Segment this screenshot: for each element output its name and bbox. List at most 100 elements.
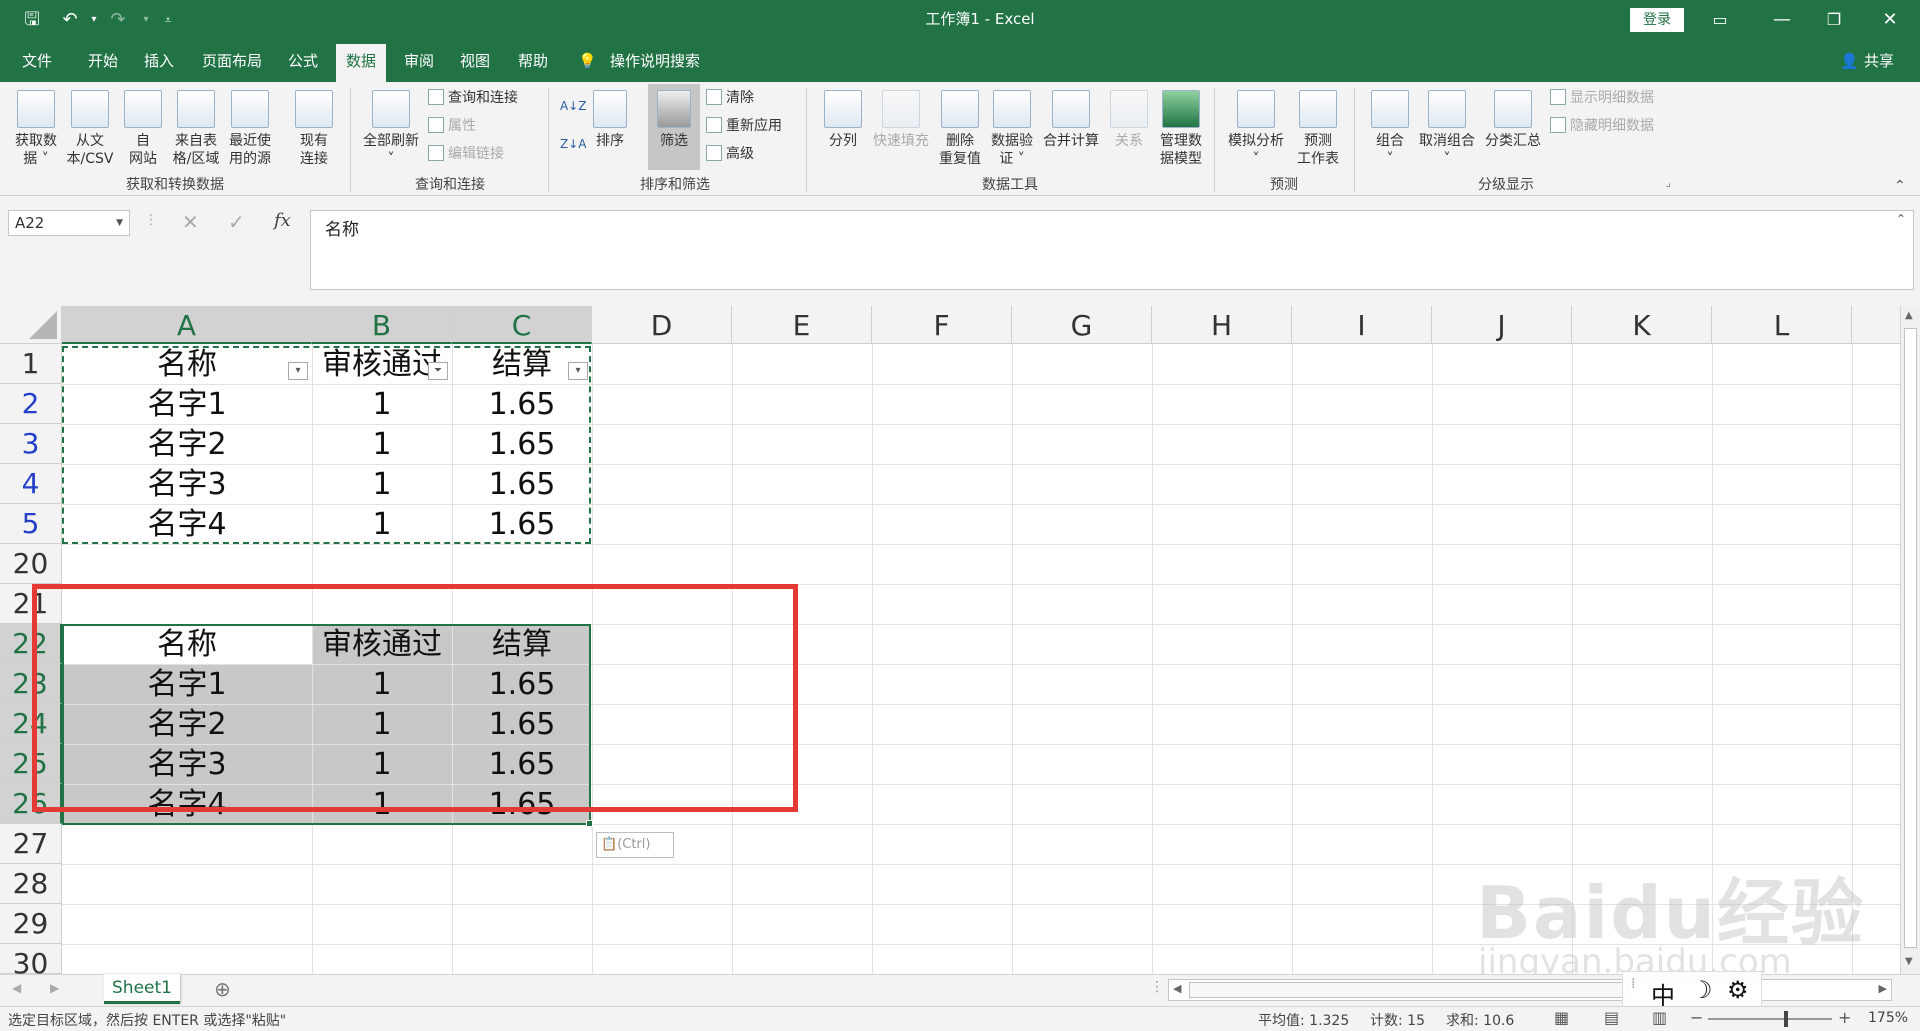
column-header-i[interactable]: I: [1292, 306, 1432, 344]
reapply-button[interactable]: 重新应用: [706, 116, 782, 136]
row-header-27[interactable]: 27: [0, 824, 62, 864]
minimize-icon[interactable]: —: [1770, 8, 1794, 32]
ungroup-button[interactable]: 取消组合 ˅: [1414, 90, 1480, 168]
tab-view[interactable]: 视图: [460, 50, 490, 72]
advanced-filter-button[interactable]: 高级: [706, 144, 754, 164]
recent-sources-button[interactable]: 最近使 用的源: [224, 90, 276, 168]
from-web-button[interactable]: 自网站: [118, 90, 168, 168]
zoom-level[interactable]: 175%: [1868, 1010, 1908, 1026]
redo-dropdown-icon[interactable]: ▾: [134, 8, 158, 32]
sort-za-button[interactable]: Z↓A: [560, 134, 586, 154]
status-average[interactable]: 平均值: 1.325: [1258, 1010, 1349, 1030]
row-header-30[interactable]: 30: [0, 944, 62, 974]
login-button[interactable]: 登录: [1630, 8, 1684, 32]
column-header-f[interactable]: F: [872, 306, 1012, 344]
tab-help[interactable]: 帮助: [518, 50, 548, 72]
column-header-j[interactable]: J: [1432, 306, 1572, 344]
flash-fill-button[interactable]: 快速填充: [868, 90, 934, 150]
undo-icon[interactable]: ↶: [58, 8, 82, 32]
column-header-g[interactable]: G: [1012, 306, 1152, 344]
sort-button[interactable]: 排序: [590, 90, 630, 150]
what-if-analysis-button[interactable]: 模拟分析 ˅: [1222, 90, 1290, 168]
zoom-slider[interactable]: [1708, 1011, 1832, 1027]
enter-check-icon[interactable]: ✓: [228, 210, 245, 234]
edit-links-button[interactable]: 编辑链接: [428, 144, 504, 164]
cancel-icon[interactable]: ✕: [182, 210, 199, 234]
row-header-2[interactable]: 2: [0, 384, 62, 424]
from-csv-button[interactable]: 从文 本/CSV: [64, 90, 116, 168]
paste-options-button[interactable]: 📋(Ctrl): [596, 832, 674, 858]
tab-home[interactable]: 开始: [88, 50, 118, 72]
status-sum[interactable]: 求和: 10.6: [1446, 1010, 1514, 1030]
queries-connections-button[interactable]: 查询和连接: [428, 88, 518, 108]
row-header-28[interactable]: 28: [0, 864, 62, 904]
column-header-c[interactable]: C: [452, 306, 592, 344]
tab-formulas[interactable]: 公式: [288, 50, 318, 72]
redo-icon[interactable]: ↷: [106, 8, 130, 32]
forecast-sheet-button[interactable]: 预测 工作表: [1290, 90, 1346, 168]
formula-input[interactable]: 名称: [310, 210, 1914, 290]
tell-me-search[interactable]: 操作说明搜索: [610, 50, 700, 72]
column-header-d[interactable]: D: [592, 306, 732, 344]
consolidate-button[interactable]: 合并计算: [1038, 90, 1104, 150]
fill-handle[interactable]: [586, 820, 593, 827]
existing-connections-button[interactable]: 现有 连接: [288, 90, 340, 168]
split-handle-icon[interactable]: ⋮: [1150, 979, 1164, 995]
column-header-e[interactable]: E: [732, 306, 872, 344]
normal-view-icon[interactable]: ▦: [1554, 1008, 1569, 1027]
ribbon-display-icon[interactable]: ▭: [1708, 8, 1732, 32]
save-icon[interactable]: 🖫: [20, 8, 44, 32]
moon-icon[interactable]: ☽: [1691, 976, 1713, 1004]
zoom-in-icon[interactable]: +: [1838, 1008, 1851, 1027]
text-to-columns-button[interactable]: 分列: [818, 90, 868, 150]
get-data-button[interactable]: 获取数据 ˅: [10, 90, 62, 168]
horizontal-scrollbar[interactable]: ◀ ▶: [1168, 979, 1892, 1001]
expand-formula-bar-icon[interactable]: ⌃: [1896, 212, 1906, 226]
column-header-h[interactable]: H: [1152, 306, 1292, 344]
row-header-4[interactable]: 4: [0, 464, 62, 504]
next-sheet-icon[interactable]: ▶: [50, 981, 59, 995]
outline-dialog-launcher-icon[interactable]: ⌟: [1666, 178, 1671, 189]
column-header-l[interactable]: L: [1712, 306, 1852, 344]
row-header-5[interactable]: 5: [0, 504, 62, 544]
page-break-view-icon[interactable]: ▥: [1652, 1008, 1667, 1027]
insert-function-icon[interactable]: fx: [274, 210, 291, 231]
share-button[interactable]: 共享: [1864, 50, 1894, 72]
zoom-out-icon[interactable]: −: [1690, 1008, 1703, 1027]
page-layout-view-icon[interactable]: ▤: [1604, 1008, 1619, 1027]
tab-file[interactable]: 文件: [22, 50, 52, 72]
subtotal-button[interactable]: 分类汇总: [1480, 90, 1546, 150]
column-header-b[interactable]: B: [312, 306, 452, 344]
prev-sheet-icon[interactable]: ◀: [12, 981, 21, 995]
column-header-a[interactable]: A: [62, 306, 312, 344]
row-header-20[interactable]: 20: [0, 544, 62, 584]
properties-button[interactable]: 属性: [428, 116, 476, 136]
tab-page-layout[interactable]: 页面布局: [202, 50, 262, 72]
column-header-k[interactable]: K: [1572, 306, 1712, 344]
clear-filter-button[interactable]: 清除: [706, 88, 754, 108]
sheet-tab-sheet1[interactable]: Sheet1: [104, 974, 180, 1004]
relationships-button[interactable]: 关系: [1104, 90, 1154, 150]
data-validation-button[interactable]: 数据验证 ˅: [986, 90, 1038, 168]
select-all-button[interactable]: [0, 306, 62, 344]
row-header-1[interactable]: 1: [0, 344, 62, 384]
hide-detail-button[interactable]: 隐藏明细数据: [1550, 116, 1654, 136]
filter-button[interactable]: 筛选: [648, 84, 700, 170]
refresh-all-button[interactable]: 全部刷新 ˅: [358, 90, 424, 168]
sort-az-button[interactable]: A↓Z: [560, 96, 586, 116]
vertical-scrollbar[interactable]: ▲ ▼: [1900, 306, 1920, 974]
undo-dropdown-icon[interactable]: ▾: [82, 8, 106, 32]
status-count[interactable]: 计数: 15: [1370, 1010, 1425, 1030]
manage-data-model-button[interactable]: 管理数 据模型: [1154, 90, 1208, 168]
group-button[interactable]: 组合 ˅: [1366, 90, 1414, 168]
worksheet-grid[interactable]: A B C D E F G H I J K L 1 2 3 4 5 20 21 …: [0, 306, 1920, 974]
close-icon[interactable]: ✕: [1878, 8, 1902, 32]
row-header-3[interactable]: 3: [0, 424, 62, 464]
restore-icon[interactable]: ❐: [1822, 8, 1846, 32]
remove-duplicates-button[interactable]: 删除 重复值: [934, 90, 986, 168]
tab-data[interactable]: 数据: [336, 44, 387, 82]
tab-review[interactable]: 审阅: [404, 50, 434, 72]
add-sheet-icon[interactable]: ⊕: [214, 977, 231, 1001]
tab-insert[interactable]: 插入: [144, 50, 174, 72]
from-table-button[interactable]: 来自表 格/区域: [170, 90, 222, 168]
